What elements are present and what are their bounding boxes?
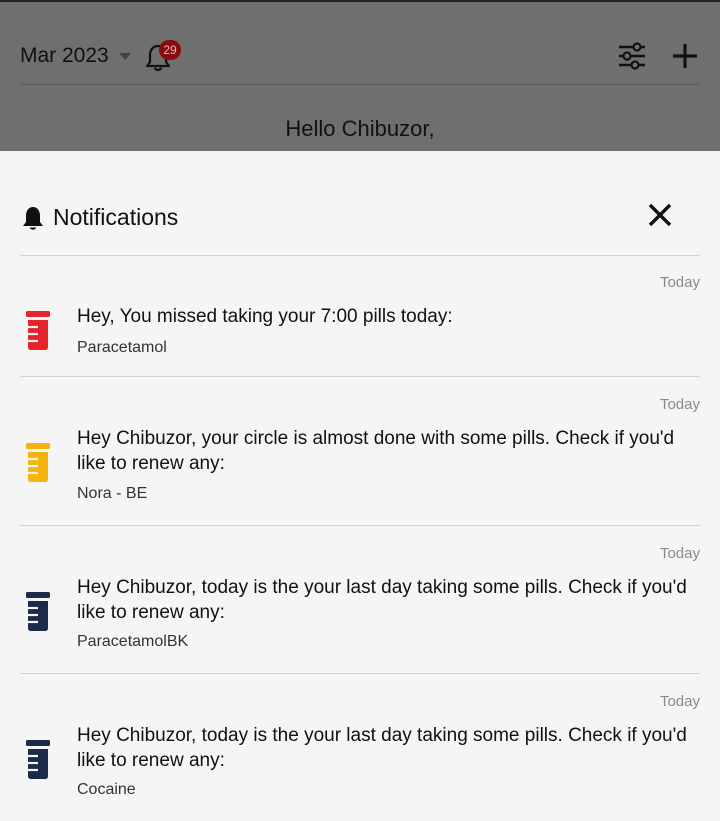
app-header: Mar 2023 29 Hello Chibuzor,: [0, 0, 720, 151]
add-button[interactable]: [671, 42, 699, 75]
pill-bottle-icon: [26, 740, 50, 779]
notification-message: Hey Chibuzor, your circle is almost done…: [77, 428, 675, 474]
greeting-text: Hello Chibuzor,: [285, 116, 435, 141]
notification-message: Hey, You missed taking your 7:00 pills t…: [77, 306, 453, 327]
pill-bottle-icon: [26, 443, 50, 482]
notification-item[interactable]: Today Hey Chibuzor, today is the your la…: [20, 526, 700, 674]
notification-detail: ParacetamolBK: [77, 633, 189, 650]
divider: [20, 84, 700, 85]
notifications-header: Notifications: [20, 151, 700, 256]
chevron-down-icon: [118, 52, 131, 60]
close-icon: [648, 203, 672, 227]
notification-detail: Nora - BE: [77, 485, 148, 502]
sliders-icon: [619, 42, 645, 70]
notification-item[interactable]: Today Hey Chibuzor, your circle is almos…: [20, 377, 700, 526]
notification-time: Today: [659, 274, 700, 291]
bell-icon: [23, 207, 43, 230]
pill-bottle-icon: [26, 311, 50, 350]
notification-detail: Cocaine: [77, 781, 136, 798]
notifications-sheet: Notifications Today Hey, You missed taki…: [0, 151, 720, 821]
plus-icon: [673, 44, 697, 68]
notification-item[interactable]: Today Hey, You missed taking your 7:00 p…: [20, 255, 700, 377]
filter-button[interactable]: [617, 42, 647, 75]
notification-detail: Paracetamol: [77, 339, 167, 356]
notification-time: Today: [659, 396, 700, 413]
notification-item[interactable]: Today Hey Chibuzor, today is the your la…: [20, 674, 700, 821]
notification-message: Hey Chibuzor, today is the your last day…: [77, 725, 687, 771]
month-selector[interactable]: Mar 2023: [20, 44, 131, 68]
notifications-title: Notifications: [53, 204, 179, 230]
notification-message: Hey Chibuzor, today is the your last day…: [77, 577, 687, 623]
notification-time: Today: [659, 693, 700, 710]
notification-time: Today: [659, 545, 700, 562]
close-button[interactable]: [646, 201, 674, 234]
pill-bottle-icon: [26, 592, 50, 631]
notification-count-badge: 29: [159, 40, 181, 60]
notifications-button[interactable]: 29: [145, 40, 185, 74]
month-label: Mar 2023: [20, 44, 109, 67]
